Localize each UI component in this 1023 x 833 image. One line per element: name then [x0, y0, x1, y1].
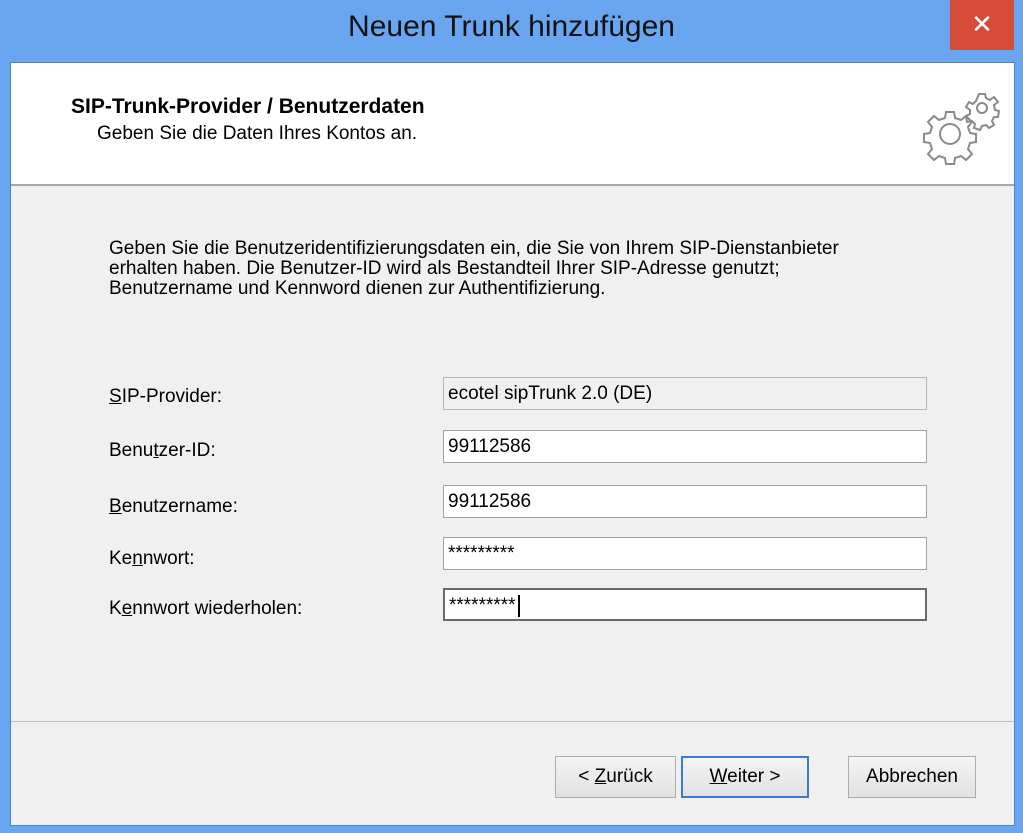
username-field[interactable]: 99112586 [443, 485, 927, 518]
instruction-text: Geben Sie die Benutzeridentifizierungsda… [109, 239, 949, 299]
cancel-button[interactable]: Abbrechen [848, 756, 976, 798]
user-id-field[interactable]: 99112586 [443, 430, 927, 463]
password-repeat-label: Kennwort wiederholen: [109, 598, 303, 619]
footer-separator [11, 721, 1014, 722]
instruction-line: erhalten haben. Die Benutzer-ID wird als… [109, 258, 780, 279]
dialog-client: SIP-Trunk-Provider / Benutzerdaten Geben… [10, 62, 1015, 826]
password-repeat-field[interactable]: ********* [443, 588, 927, 621]
next-button[interactable]: Weiter > [681, 756, 809, 798]
sip-provider-field: ecotel sipTrunk 2.0 (DE) [443, 377, 927, 410]
close-button[interactable]: ✕ [950, 0, 1014, 50]
password-field[interactable]: ********* [443, 537, 927, 570]
username-label: Benutzername: [109, 496, 238, 517]
header-subtitle: Geben Sie die Daten Ihres Kontos an. [97, 123, 418, 144]
dialog-window: Neuen Trunk hinzufügen ✕ SIP-Trunk-Provi… [0, 0, 1023, 833]
text-caret [517, 594, 520, 617]
close-icon: ✕ [971, 9, 993, 39]
sip-provider-label: SIP-Provider: [109, 386, 222, 407]
header-title: SIP-Trunk-Provider / Benutzerdaten [71, 95, 425, 118]
instruction-line: Geben Sie die Benutzeridentifizierungsda… [109, 238, 839, 259]
window-title: Neuen Trunk hinzufügen [348, 10, 675, 43]
wizard-header: SIP-Trunk-Provider / Benutzerdaten Geben… [11, 63, 1014, 186]
password-label: Kennwort: [109, 548, 195, 569]
password-repeat-value: ********* [449, 595, 516, 616]
gears-icon [923, 93, 1000, 165]
user-id-label: Benutzer-ID: [109, 440, 216, 461]
instruction-line: Benutzername und Kennword dienen zur Aut… [109, 278, 606, 299]
back-button[interactable]: < Zurück [555, 756, 676, 798]
